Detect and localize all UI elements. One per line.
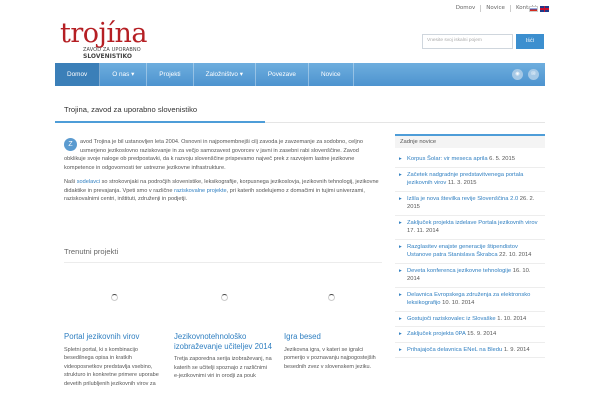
page-heading: Trojina, zavod za uporabno slovenistiko [55,105,545,123]
news-item[interactable]: Razglasitev enajste generacije štipendis… [395,240,545,264]
nav-item-domov[interactable]: Domov [55,63,101,86]
news-item[interactable]: Izšla je nova številka revije Slovenščin… [395,192,545,216]
raziskovalni-projekti-link[interactable]: raziskovalne projekte [174,188,227,194]
projects-heading: Trenutni projekti [64,247,119,256]
project-title[interactable]: Jezikovnotehnološko izobraževanje učitel… [174,332,272,351]
news-item[interactable]: Prihajajoča delavnica ENeL na Bledu 1. 9… [395,343,545,358]
project-card[interactable]: Jezikovnotehnološko izobraževanje učitel… [174,332,272,381]
rss-icon[interactable]: ◉ [512,69,523,80]
top-link-domov[interactable]: Domov [451,5,481,12]
nav-item-zaloznistvo[interactable]: Založništvo ▾ [194,63,256,86]
news-sidebar: Zadnje novice Korpus Šolar: vir meseca a… [395,134,545,400]
russian-flag-icon[interactable] [529,6,538,12]
loading-spinner-icon [111,294,118,301]
news-item[interactable]: Zaključek projekta 0PA 15. 9. 2014 [395,327,545,343]
news-item[interactable]: Začetek nadgradnje predstavitvenega port… [395,168,545,192]
sodelavci-link[interactable]: sodelavci [77,179,100,185]
news-item[interactable]: Deveta konferenca jezikovne tehnologije … [395,264,545,288]
loading-spinner-icon [328,294,335,301]
search-input[interactable]: Vnesite svoj iskalni pojem [422,34,513,49]
news-list: Korpus Šolar: vir meseca aprila 6. 5. 20… [395,152,545,358]
dropcap: Z [64,138,77,151]
logo-wordmark: trojína [60,18,148,49]
nav-item-o-nas[interactable]: O nas ▾ [100,63,148,86]
email-icon[interactable]: ✉ [528,69,539,80]
news-item[interactable]: Korpus Šolar: vir meseca aprila 6. 5. 20… [395,152,545,168]
project-card[interactable]: Portal jezikovnih virov Spletni portal, … [64,332,162,388]
nav-item-novice[interactable]: Novice [309,63,354,86]
project-description: Jezikovna igra, v kateri se igralci pome… [284,346,376,370]
sidebar-heading: Zadnje novice [395,134,545,148]
loading-spinner-icon [221,294,228,301]
page-title: Trojina, zavod za uporabno slovenistiko [64,105,198,114]
main-nav: Domov O nas ▾ Projekti Založništvo ▾ Pov… [55,63,545,86]
news-item[interactable]: Zaključek projekta izdelave Portala jezi… [395,216,545,240]
project-card[interactable]: Igra besed Jezikovna igra, v kateri se i… [284,332,382,371]
project-description: Spletni portal, ki s kombinacijo besedil… [64,346,159,387]
project-title[interactable]: Portal jezikovnih virov [64,332,162,342]
logo-tagline-2: SLOVENISTIKO [83,53,132,60]
language-switcher [529,6,549,12]
nav-item-povezave[interactable]: Povezave [256,63,309,86]
projects-divider [64,262,382,263]
project-title[interactable]: Igra besed [284,332,382,342]
search-button[interactable]: Išči [516,34,544,49]
news-item[interactable]: Delavnica Evropskega združenja za elektr… [395,288,545,312]
site-logo[interactable]: trojína ZAVOD ZA UPORABNO SLOVENISTIKO [60,18,148,60]
english-flag-icon[interactable] [540,6,549,12]
intro-content: Zavod Trojina je bil ustanovljen leta 20… [64,138,382,204]
intro-paragraph-2: Naši sodelavci so strokovnjaki na področ… [64,179,379,202]
news-item[interactable]: Gostujoči raziskovalec iz Slovaške 1. 10… [395,312,545,327]
intro-paragraph-1: Zavod Trojina je bil ustanovljen leta 20… [64,138,363,171]
top-link-novice[interactable]: Novice [480,5,510,12]
nav-item-projekti[interactable]: Projekti [147,63,194,86]
title-divider-accent [55,121,265,123]
project-description: Tretja zaporedna serija izobraževanj, na… [174,356,272,379]
